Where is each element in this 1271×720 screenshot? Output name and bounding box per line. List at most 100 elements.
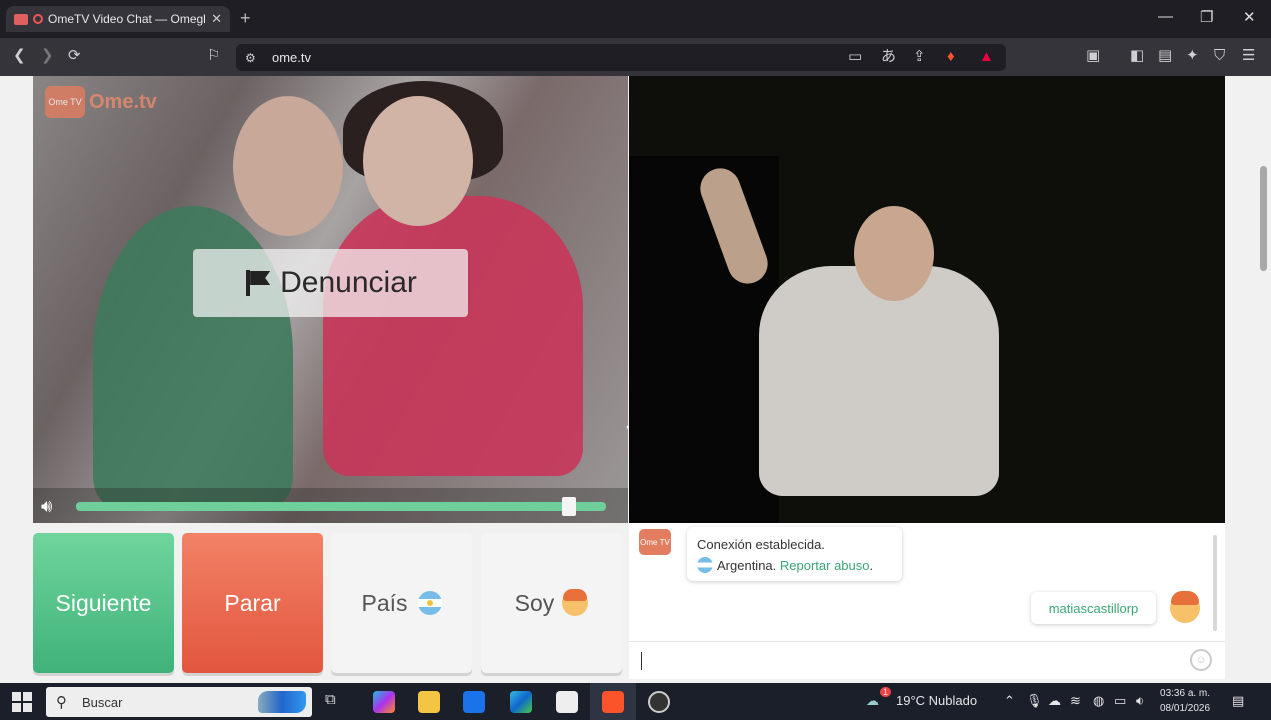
leo-ai-icon[interactable]: ✦: [1186, 47, 1199, 65]
volume-slider[interactable]: [76, 502, 606, 511]
ometv-logo-icon: Ome TV: [45, 86, 85, 118]
close-window-button[interactable]: ✕: [1243, 8, 1256, 26]
tray-chevron-icon[interactable]: ⌃: [1004, 693, 1015, 709]
screen: OmeTV Video Chat — Omegle ✕ + — ❐ ✕ ❮ ❯ …: [0, 0, 1271, 720]
flag-icon: [244, 270, 270, 296]
vpn-icon[interactable]: ◍: [1093, 693, 1104, 709]
gender-button[interactable]: Soy: [481, 533, 622, 673]
partner-country-line: Argentina. Reportar abuso.: [697, 555, 892, 576]
boy-emoji-icon: [562, 589, 589, 616]
stop-button[interactable]: Parar: [182, 533, 323, 673]
page-scrollbar-thumb[interactable]: [1260, 166, 1267, 271]
search-icon: ⚲: [56, 694, 67, 711]
cast-icon[interactable]: ▭: [848, 48, 862, 66]
local-video-figure: [759, 266, 999, 496]
copilot-icon[interactable]: [373, 691, 395, 713]
report-label: Denunciar: [280, 266, 417, 299]
tab-close-icon[interactable]: ✕: [211, 11, 222, 27]
outlook-icon[interactable]: [463, 691, 485, 713]
weather-alert-badge: 1: [880, 687, 892, 697]
country-button[interactable]: País: [331, 533, 472, 673]
forward-icon[interactable]: ❯: [41, 47, 54, 65]
report-button[interactable]: Denunciar: [193, 249, 468, 317]
reader-mode-icon[interactable]: ▣: [1086, 47, 1100, 65]
translate-icon[interactable]: あ: [881, 48, 896, 66]
country-label: País: [361, 589, 408, 616]
ometv-favicon-icon: [14, 13, 28, 25]
remote-video: Ome TV Ome.tv Denunciar 🔊︎: [33, 76, 628, 523]
volume-icon[interactable]: 🔉︎: [1136, 693, 1144, 709]
next-button[interactable]: Siguiente: [33, 533, 174, 673]
my-message-text: matiascastillorp: [1048, 600, 1139, 616]
argentina-flag-icon: [417, 591, 442, 615]
wallet-icon[interactable]: ▤: [1158, 47, 1172, 65]
remote-video-figure: [233, 96, 343, 236]
share-icon[interactable]: ⇪: [913, 48, 926, 66]
edge-icon[interactable]: [510, 691, 532, 713]
my-avatar-icon: [1170, 591, 1200, 623]
partner-country: Argentina.: [717, 558, 777, 573]
remote-video-figure: [323, 196, 583, 476]
weather-text[interactable]: 19°C Nublado: [896, 693, 977, 708]
ometv-chat-logo-icon: Ome TV: [639, 529, 671, 555]
next-label: Siguiente: [55, 589, 152, 616]
local-video-figure: [854, 206, 934, 301]
menu-icon[interactable]: ☰: [1242, 47, 1255, 65]
volume-bar: 🔊︎: [33, 488, 628, 523]
remote-video-figure: [363, 96, 473, 226]
reload-icon[interactable]: ⟳: [68, 47, 81, 65]
cloud-icon[interactable]: ☁: [1048, 693, 1061, 709]
text-caret: [641, 652, 642, 670]
windows-start-icon[interactable]: [12, 692, 32, 712]
page-scrollbar[interactable]: [1256, 76, 1271, 683]
tab-title: OmeTV Video Chat — Omegle: [48, 12, 207, 26]
volume-slider-handle[interactable]: [561, 497, 576, 516]
mouse-cursor-icon: [626, 422, 628, 440]
recorder-icon[interactable]: [648, 691, 670, 713]
gender-label: Soy: [514, 589, 555, 616]
back-icon[interactable]: ❮: [13, 47, 26, 65]
local-video: [629, 76, 1225, 523]
speaker-icon[interactable]: 🔊︎: [41, 496, 71, 516]
clock[interactable]: 03:36 a. m. 08/01/2026: [1160, 686, 1210, 716]
search-placeholder: Buscar: [82, 695, 123, 710]
local-video-shadow: [629, 156, 779, 523]
clock-time: 03:36 a. m.: [1160, 688, 1211, 699]
minimize-button[interactable]: —: [1158, 8, 1173, 25]
chat-input[interactable]: ☺: [629, 641, 1225, 679]
wifi-icon[interactable]: ≋: [1070, 693, 1081, 709]
my-message: matiascastillorp: [1031, 592, 1156, 624]
brave-icon[interactable]: [602, 691, 624, 713]
vpn-shield-icon[interactable]: ⛉: [1214, 47, 1225, 65]
ometv-watermark: Ome TV Ome.tv: [45, 86, 157, 118]
report-link-period: .: [869, 558, 874, 573]
microphone-icon[interactable]: 🎙︎: [1026, 693, 1043, 709]
stop-label: Parar: [224, 589, 281, 616]
site-info-icon[interactable]: ⚙: [245, 49, 256, 67]
report-abuse-link[interactable]: Reportar abuso: [780, 558, 870, 573]
task-view-icon[interactable]: ⧉: [325, 691, 347, 713]
taskbar-search[interactable]: ⚲ Buscar: [46, 687, 312, 717]
search-highlight-icon: [258, 691, 306, 713]
tab-ometv[interactable]: OmeTV Video Chat — Omegle ✕: [6, 6, 230, 32]
argentina-flag-icon: [697, 557, 713, 573]
file-explorer-icon[interactable]: [418, 691, 440, 713]
connection-status: Conexión establecida.: [697, 537, 825, 552]
chat-scrollbar[interactable]: [1213, 535, 1217, 631]
chat-panel: Ome TV Conexión establecida. Argentina. …: [629, 523, 1225, 679]
brave-shields-icon[interactable]: ♦: [947, 48, 955, 66]
address-bar[interactable]: ⚙ ome.tv ▭ あ ⇪ ♦ ▲: [236, 44, 1006, 71]
sidebar-icon[interactable]: ◧: [1130, 47, 1144, 65]
system-message: Conexión establecida. Argentina. Reporta…: [687, 527, 902, 581]
bookmark-icon[interactable]: ⚐: [207, 47, 220, 65]
maximize-button[interactable]: ❐: [1200, 8, 1213, 26]
new-tab-button[interactable]: +: [240, 8, 251, 29]
notifications-icon[interactable]: ▤: [1232, 693, 1244, 709]
store-icon[interactable]: [556, 691, 578, 713]
brave-rewards-icon[interactable]: ▲: [979, 48, 994, 66]
emoji-picker-icon[interactable]: ☺: [1190, 649, 1212, 671]
weather-icon[interactable]: ☁: [866, 693, 879, 709]
battery-icon[interactable]: ▭: [1114, 693, 1126, 709]
recording-icon: [33, 14, 43, 24]
ometv-page: Ome TV Ome.tv Denunciar 🔊︎ Siguiente Par…: [0, 76, 1271, 683]
